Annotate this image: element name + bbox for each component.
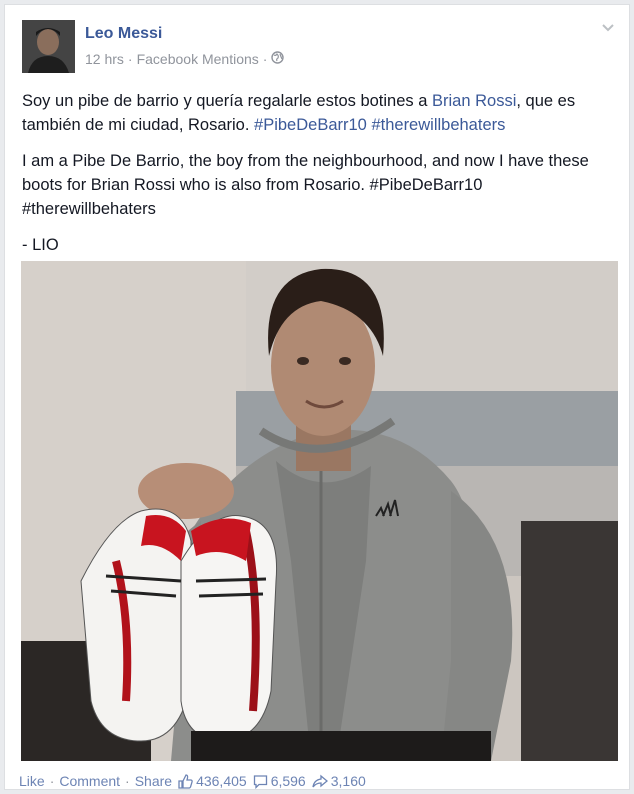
hashtag-link[interactable]: #PibeDeBarr10: [254, 116, 367, 134]
share-arrow-icon: [312, 774, 328, 787]
meta-separator: ·: [127, 51, 133, 67]
likes-count: 436,405: [196, 773, 247, 789]
comments-stat[interactable]: 6,596: [253, 773, 306, 789]
thumbs-up-icon: [178, 773, 193, 789]
shares-count: 3,160: [330, 773, 366, 789]
post-body: Soy un pibe de barrio y quería regalarle…: [22, 89, 616, 269]
post-footer: Like · Comment · Share 436,405 6,596 3,1…: [19, 773, 366, 789]
english-paragraph: I am a Pibe De Barrio, the boy from the …: [22, 152, 589, 218]
post-meta: 12 hrs · Facebook Mentions ·: [85, 51, 285, 67]
footer-separator: ·: [49, 773, 55, 789]
post-card: Leo Messi 12 hrs · Facebook Mentions · S…: [4, 4, 630, 790]
post-source[interactable]: Facebook Mentions: [137, 51, 259, 67]
meta-separator: ·: [262, 51, 268, 67]
post-time[interactable]: 12 hrs: [85, 51, 124, 67]
chevron-down-icon[interactable]: [597, 19, 619, 37]
comments-count: 6,596: [270, 773, 306, 789]
avatar[interactable]: [22, 20, 75, 73]
shares-stat[interactable]: 3,160: [312, 773, 366, 789]
like-button[interactable]: Like: [19, 773, 45, 789]
footer-separator: ·: [125, 773, 130, 789]
comment-button[interactable]: Comment: [59, 773, 120, 789]
author-name[interactable]: Leo Messi: [85, 25, 162, 43]
mention-link[interactable]: Brian Rossi: [432, 92, 516, 110]
share-button[interactable]: Share: [135, 773, 172, 789]
text-span: Soy un pibe de barrio y quería regalarle…: [22, 92, 433, 110]
spanish-paragraph: Soy un pibe de barrio y quería regalarle…: [22, 89, 616, 137]
signoff: - LIO: [22, 236, 59, 254]
hashtag-link[interactable]: #therewillbehaters: [371, 116, 505, 134]
comment-bubble-icon: [253, 774, 267, 789]
likes-stat[interactable]: 436,405: [178, 773, 247, 789]
globe-icon[interactable]: [271, 51, 285, 67]
post-photo[interactable]: [21, 261, 618, 761]
avatar-portrait: [22, 20, 75, 73]
